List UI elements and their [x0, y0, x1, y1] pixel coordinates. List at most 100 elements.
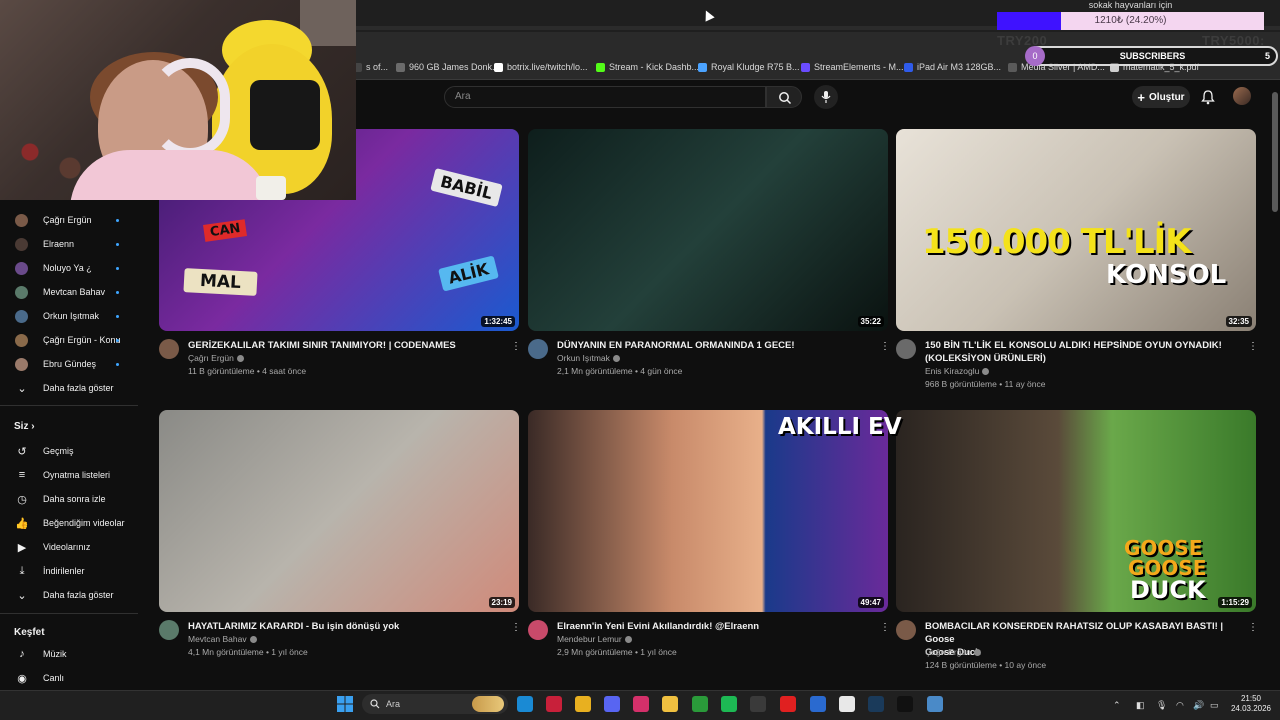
video-card[interactable]: 49:47 Elraenn'in Yeni Evini Akıllandırdık… — [528, 410, 890, 680]
video-thumbnail[interactable]: 49:47 — [528, 410, 888, 612]
sidebar-item-like[interactable]: 👍 Beğendiğim videolar — [0, 512, 138, 534]
video-title[interactable]: Elraenn'in Yeni Evini Akıllandırdık! @El… — [557, 620, 872, 633]
show-more-subscriptions[interactable]: ⌄ Daha fazla göster — [0, 377, 138, 399]
notifications-bell-icon[interactable] — [1200, 89, 1216, 105]
taskbar-clock[interactable]: 21:50 24.03.2026 — [1228, 694, 1274, 714]
voice-search-button[interactable] — [814, 85, 838, 109]
steam-icon[interactable] — [868, 696, 884, 712]
tiktok-icon[interactable] — [897, 696, 913, 712]
download-icon: ⤓ — [19, 564, 25, 577]
show-more-you[interactable]: ⌄ Daha fazla göster — [0, 584, 138, 606]
bookmark-label: Royal Kludge R75 B... — [711, 62, 800, 72]
video-meta: 2,9 Mn görüntüleme • 1 yıl önce — [557, 647, 677, 657]
video-meta: 124 B görüntüleme • 10 ay önce — [925, 660, 1047, 670]
video-channel[interactable]: Çağrı Ergün — [925, 647, 981, 657]
channel-name: Mevtcan Bahav — [188, 634, 247, 644]
bookmark-item[interactable]: Stream - Kick Dashb... — [596, 60, 699, 74]
mail-icon[interactable] — [810, 696, 826, 712]
channel-avatar[interactable] — [528, 339, 548, 359]
battery-icon[interactable]: ▭ — [1210, 700, 1219, 711]
more-options-icon[interactable]: ⋮ — [1248, 341, 1258, 352]
sidebar-subscription[interactable]: Mevtcan Bahav — [0, 281, 138, 303]
channel-avatar[interactable] — [896, 620, 916, 640]
sidebar-item-history[interactable]: ↺ Geçmiş — [0, 440, 138, 462]
sidebar-item-download[interactable]: ⤓ İndirilenler — [0, 560, 138, 582]
clock-date: 24.03.2026 — [1230, 704, 1272, 713]
xbox-icon[interactable] — [692, 696, 708, 712]
sidebar-item-label: İndirilenler — [43, 566, 85, 576]
app-red-icon[interactable] — [546, 696, 562, 712]
video-thumbnail[interactable]: 23:19 — [159, 410, 519, 612]
channel-avatar[interactable] — [159, 339, 179, 359]
volume-icon[interactable]: 🔊 — [1193, 700, 1204, 711]
more-options-icon[interactable]: ⋮ — [511, 622, 521, 633]
sidebar-item-label: Elraenn — [43, 239, 75, 249]
notes-icon[interactable] — [839, 696, 855, 712]
sidebar-item-your-videos[interactable]: ▶ Videolarınız — [0, 536, 138, 558]
bookmark-item[interactable]: StreamElements - M... — [801, 60, 904, 74]
video-title[interactable]: GERİZEKALILAR TAKIMI SINIR TANIMIYOR! | … — [188, 339, 503, 352]
video-channel[interactable]: Enis Kirazoglu — [925, 366, 990, 376]
video-title[interactable]: 150 BİN TL'LİK EL KONSOLU ALDIK! HEPSİND… — [925, 339, 1240, 365]
sidebar-subscription[interactable]: Orkun Işıtmak — [0, 305, 138, 327]
bookmark-item[interactable]: s of... — [353, 60, 388, 74]
plus-icon: + — [1137, 89, 1146, 105]
video-title[interactable]: DÜNYANIN EN PARANORMAL ORMANINDA 1 GECE! — [557, 339, 872, 352]
video-channel[interactable]: Mendebur Lemur — [557, 634, 632, 644]
create-button[interactable]: + Oluştur — [1132, 86, 1190, 108]
tray-mic-icon[interactable]: 🎙 — [1156, 700, 1167, 711]
sidebar-item-label: Beğendiğim videolar — [43, 518, 125, 528]
sidebar-item-playlists[interactable]: ≡ Oynatma listeleri — [0, 464, 138, 486]
search-button[interactable] — [766, 86, 802, 108]
page-scrollbar[interactable] — [1272, 92, 1278, 212]
spotify-icon[interactable] — [721, 696, 737, 712]
channel-avatar[interactable] — [896, 339, 916, 359]
discord-icon[interactable] — [604, 696, 620, 712]
tray-chevron-icon[interactable]: ⌃ — [1113, 700, 1121, 711]
windows-start-icon[interactable] — [337, 696, 353, 712]
more-options-icon[interactable]: ⋮ — [511, 341, 521, 352]
channel-avatar[interactable] — [159, 620, 179, 640]
you-heading[interactable]: Siz › — [14, 421, 35, 432]
obs-icon[interactable] — [750, 696, 766, 712]
video-card[interactable]: 23:19 HAYATLARIMIZ KARARDI - Bu işin dönü… — [159, 410, 521, 680]
search-input[interactable]: Ara — [444, 86, 766, 108]
taskbar-search[interactable]: Ara — [362, 694, 508, 714]
channel-name: Orkun Işıtmak — [557, 353, 610, 363]
bookmark-item[interactable]: iPad Air M3 128GB... — [904, 60, 1001, 74]
more-options-icon[interactable]: ⋮ — [880, 622, 890, 633]
sidebar-subscription[interactable]: Çağrı Ergün — [0, 209, 138, 231]
bookmark-item[interactable]: 960 GB James Donk... — [396, 60, 500, 74]
sidebar-subscription[interactable]: Ebru Gündeş — [0, 353, 138, 375]
sidebar-item-label: Orkun Işıtmak — [43, 311, 100, 321]
bookmark-item[interactable]: botrix.live/twitch/lo... — [494, 60, 588, 74]
video-card[interactable]: 35:22 DÜNYANIN EN PARANORMAL ORMANINDA 1 … — [528, 129, 890, 399]
channel-avatar[interactable] — [528, 620, 548, 640]
bookmark-label: iPad Air M3 128GB... — [917, 62, 1002, 72]
wifi-icon[interactable]: ◠ — [1176, 700, 1184, 711]
sidebar-subscription[interactable]: Noluyo Ya ¿ — [0, 257, 138, 279]
bookmark-item[interactable]: Royal Kludge R75 B... — [698, 60, 800, 74]
video-channel[interactable]: Orkun Işıtmak — [557, 353, 620, 363]
tray-app-icon[interactable]: ◧ — [1136, 700, 1145, 711]
channel-avatar — [15, 357, 28, 371]
account-avatar[interactable] — [1233, 87, 1251, 105]
more-options-icon[interactable]: ⋮ — [1248, 622, 1258, 633]
video-channel[interactable]: Mevtcan Bahav — [188, 634, 257, 644]
edge-icon[interactable] — [517, 696, 533, 712]
youtube-icon[interactable] — [780, 696, 796, 712]
more-options-icon[interactable]: ⋮ — [880, 341, 890, 352]
video-thumbnail[interactable]: 35:22 — [528, 129, 888, 331]
verified-icon — [982, 368, 990, 376]
video-channel[interactable]: Çağrı Ergün — [188, 353, 244, 363]
sidebar-item-music[interactable]: ♪ Müzik — [0, 643, 138, 665]
explorer-icon[interactable] — [662, 696, 678, 712]
sidebar-item-live[interactable]: ◉ Canlı — [0, 667, 138, 689]
chrome-icon[interactable] — [575, 696, 591, 712]
video-title[interactable]: HAYATLARIMIZ KARARDI - Bu işin dönüşü yo… — [188, 620, 503, 633]
instagram-icon[interactable] — [633, 696, 649, 712]
sidebar-subscription[interactable]: Elraenn — [0, 233, 138, 255]
sidebar-subscription[interactable]: Çağrı Ergün - Konu — [0, 329, 138, 351]
app-blue-icon[interactable] — [927, 696, 943, 712]
sidebar-item-watch-later[interactable]: ◷ Daha sonra izle — [0, 488, 138, 510]
